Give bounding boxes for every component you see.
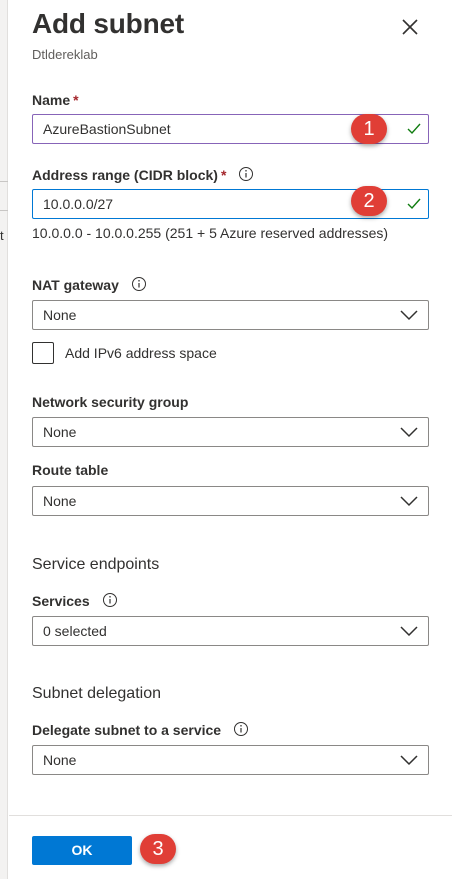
panel-title: Add subnet — [32, 8, 184, 39]
service-endpoints-heading: Service endpoints — [32, 556, 160, 573]
chevron-down-icon — [400, 310, 418, 321]
services-selected: 0 selected — [43, 623, 107, 639]
annotation-badge-1: 1 — [351, 114, 387, 144]
ipv6-checkbox[interactable] — [32, 342, 54, 364]
delegate-subnet-label: Delegate subnet to a service — [32, 721, 249, 738]
route-table-label: Route table — [32, 462, 109, 478]
annotation-badge-3: 3 — [140, 834, 176, 864]
nsg-selected: None — [43, 424, 77, 440]
info-icon[interactable] — [238, 166, 254, 182]
chevron-down-icon — [400, 427, 418, 438]
background-divider — [0, 181, 8, 182]
name-input-value: AzureBastionSubnet — [43, 121, 171, 137]
address-range-hint: 10.0.0.0 - 10.0.0.255 (251 + 5 Azure res… — [32, 225, 389, 241]
info-icon[interactable] — [233, 721, 249, 737]
name-label: Name * — [32, 92, 79, 108]
required-marker: * — [220, 167, 227, 183]
services-label-text: Services — [32, 593, 90, 609]
address-range-label: Address range (CIDR block) * — [32, 166, 254, 183]
close-icon — [402, 19, 418, 35]
add-subnet-panel: Add subnet Dtldereklab Name * AzureBastio… — [9, 0, 452, 879]
subnet-delegation-heading: Subnet delegation — [32, 685, 161, 702]
nsg-label: Network security group — [32, 394, 189, 410]
route-table-dropdown[interactable]: None — [32, 486, 429, 516]
services-dropdown[interactable]: 0 selected — [32, 616, 429, 646]
name-label-text: Name — [32, 92, 71, 108]
background-blade: t — [0, 0, 8, 879]
valid-check-icon — [407, 198, 421, 210]
nat-gateway-dropdown[interactable]: None — [32, 300, 429, 330]
chevron-down-icon — [400, 626, 418, 637]
delegate-subnet-dropdown[interactable]: None — [32, 745, 429, 775]
address-range-label-text: Address range (CIDR block) — [32, 167, 218, 183]
background-divider — [0, 210, 8, 211]
panel-footer: OK — [9, 815, 452, 879]
nat-gateway-selected: None — [43, 307, 77, 323]
valid-check-icon — [407, 123, 421, 135]
ipv6-checkbox-label[interactable]: Add IPv6 address space — [65, 345, 217, 361]
delegate-subnet-selected: None — [43, 752, 77, 768]
ok-button[interactable]: OK — [32, 836, 132, 865]
info-icon[interactable] — [131, 276, 147, 292]
panel-subtitle: Dtldereklab — [32, 47, 98, 62]
nat-gateway-label: NAT gateway — [32, 276, 147, 293]
annotation-badge-2: 2 — [351, 186, 387, 216]
nsg-dropdown[interactable]: None — [32, 417, 429, 447]
route-table-selected: None — [43, 493, 77, 509]
close-button[interactable] — [397, 14, 423, 40]
chevron-down-icon — [400, 755, 418, 766]
required-marker: * — [73, 92, 79, 108]
info-icon[interactable] — [102, 592, 118, 608]
address-range-input-value: 10.0.0.0/27 — [43, 196, 114, 212]
background-peek-text: t — [0, 228, 4, 243]
chevron-down-icon — [400, 496, 418, 507]
nat-gateway-label-text: NAT gateway — [32, 277, 119, 293]
services-label: Services — [32, 592, 118, 609]
delegate-subnet-label-text: Delegate subnet to a service — [32, 722, 222, 738]
